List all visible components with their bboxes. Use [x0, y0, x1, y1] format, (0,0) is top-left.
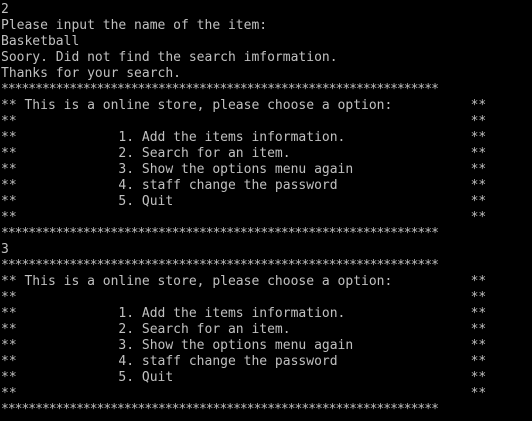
menu-blank-line: ** **	[1, 290, 487, 305]
menu-option-1: ** 1. Add the items information. **	[1, 306, 487, 321]
menu-option-5: ** 5. Quit **	[1, 194, 487, 209]
menu-option-4: ** 4. staff change the password **	[1, 354, 487, 369]
menu-option-5: ** 5. Quit **	[1, 370, 487, 385]
prompt-line: Please input the name of the item:	[1, 18, 268, 33]
input-echo-line: Basketball	[1, 34, 80, 49]
menu-border-top: ****************************************…	[1, 82, 439, 97]
input-echo-line: 3	[1, 242, 9, 257]
console-output: 2 Please input the name of the item: Bas…	[0, 0, 532, 421]
menu-option-3: ** 3. Show the options menu again **	[1, 338, 487, 353]
menu-blank-line: ** **	[1, 210, 487, 225]
menu-border-bottom: ****************************************…	[1, 402, 439, 417]
menu-option-2: ** 2. Search for an item. **	[1, 322, 487, 337]
menu-option-4: ** 4. staff change the password **	[1, 178, 487, 193]
menu-title-line: ** This is a online store, please choose…	[1, 274, 487, 289]
menu-blank-line: ** **	[1, 386, 487, 401]
menu-option-3: ** 3. Show the options menu again **	[1, 162, 487, 177]
input-echo-line: 2	[1, 2, 9, 17]
menu-option-1: ** 1. Add the items information. **	[1, 130, 487, 145]
menu-option-2: ** 2. Search for an item. **	[1, 146, 487, 161]
menu-border-top: ****************************************…	[1, 258, 439, 273]
menu-border-bottom: ****************************************…	[1, 226, 439, 241]
menu-blank-line: ** **	[1, 114, 487, 129]
thanks-line: Thanks for your search.	[1, 66, 182, 81]
search-result-line: Soory. Did not find the search imformati…	[1, 50, 338, 65]
menu-title-line: ** This is a online store, please choose…	[1, 98, 487, 113]
